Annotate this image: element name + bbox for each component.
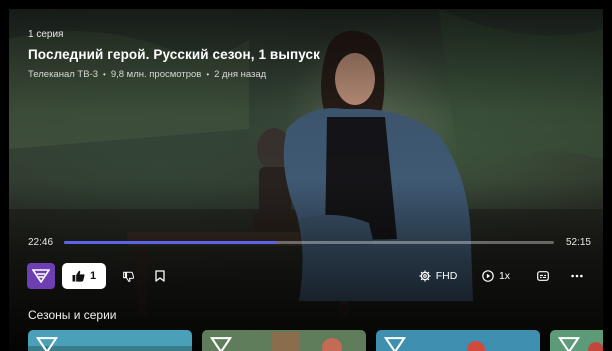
- duration: 52:15: [565, 237, 591, 248]
- progress-fill: [64, 241, 278, 244]
- dislike-button[interactable]: [119, 263, 137, 289]
- current-time: 22:46: [28, 237, 54, 248]
- like-count: 1: [89, 270, 97, 282]
- bookmark-button[interactable]: [151, 263, 169, 289]
- channel-name[interactable]: Телеканал ТВ-3: [28, 69, 98, 80]
- control-bar: 1 FHD 1x: [9, 262, 603, 290]
- seasons-carousel: [28, 330, 603, 351]
- tv3-logo-icon: [384, 337, 406, 351]
- bookmark-icon: [155, 270, 165, 282]
- speed-button[interactable]: 1x: [479, 263, 513, 289]
- quality-label: FHD: [435, 270, 458, 282]
- episode-thumbnail[interactable]: [550, 330, 603, 351]
- separator-dot: •: [206, 70, 210, 79]
- episode-label: 1 серия: [28, 29, 64, 40]
- quality-button[interactable]: FHD: [417, 263, 459, 289]
- progress-bar[interactable]: [64, 241, 554, 244]
- separator-dot: •: [103, 70, 106, 79]
- video-player[interactable]: 1 серия Последний герой. Русский сезон, …: [9, 9, 603, 351]
- gear-icon: [419, 270, 431, 282]
- more-button[interactable]: [568, 263, 586, 289]
- speed-label: 1x: [498, 270, 511, 282]
- thumbs-up-icon: [72, 270, 85, 282]
- tv3-logo-icon: [210, 337, 232, 351]
- like-button[interactable]: 1: [62, 263, 106, 289]
- subtitles-button[interactable]: [535, 263, 551, 289]
- tv3-logo-icon: [36, 337, 58, 351]
- video-subtitle: Телеканал ТВ-3 • 9,8 млн. просмотров • 2…: [28, 69, 320, 80]
- episode-thumbnail[interactable]: [28, 330, 192, 351]
- thumbs-down-icon: [122, 271, 134, 282]
- more-horizontal-icon: [571, 274, 583, 278]
- view-count: 9,8 млн. просмотров: [110, 69, 202, 80]
- episode-thumbnail[interactable]: [202, 330, 366, 351]
- video-title: Последний герой. Русский сезон, 1 выпуск: [28, 47, 320, 62]
- play-circle-icon: [482, 270, 494, 282]
- channel-logo-button[interactable]: [27, 263, 55, 289]
- video-meta: 1 серия Последний герой. Русский сезон, …: [28, 29, 320, 80]
- publish-date: 2 дня назад: [214, 69, 267, 80]
- seasons-title: Сезоны и серии: [28, 308, 117, 322]
- tv3-logo-icon: [558, 337, 580, 351]
- tv3-logo-icon: [32, 269, 50, 283]
- subtitles-icon: [537, 271, 549, 281]
- episode-thumbnail[interactable]: [376, 330, 540, 351]
